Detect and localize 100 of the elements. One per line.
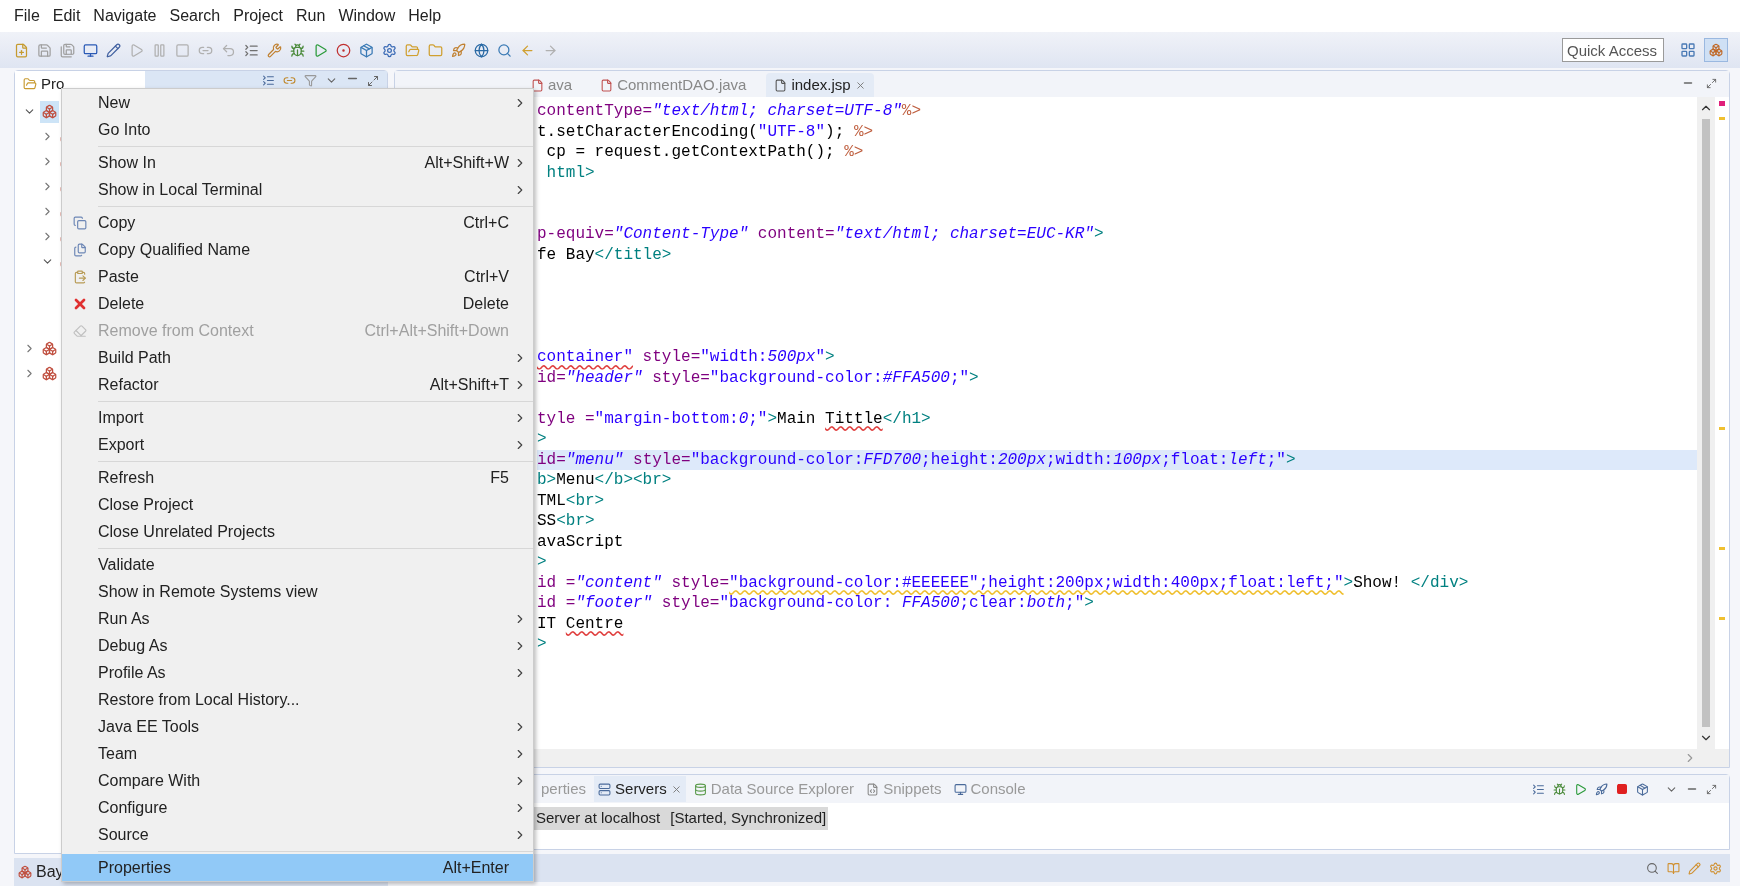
shortcut-label: Ctrl+C (463, 212, 509, 233)
shortcut-label: Delete (462, 293, 509, 314)
rocket-icon[interactable] (1595, 782, 1608, 796)
eraser-icon (73, 323, 87, 338)
server-icon (598, 782, 612, 796)
menu-item[interactable]: Configure (62, 794, 533, 821)
menu-item[interactable]: Validate (62, 551, 533, 578)
project-icon (42, 341, 57, 356)
database-icon (693, 782, 707, 796)
menu-item[interactable]: Team (62, 740, 533, 767)
menu-item[interactable]: Source (62, 821, 533, 848)
menu-item[interactable]: Edit (52, 4, 81, 28)
server-row[interactable]: Server at localhost [Started, Synchronized] (534, 807, 829, 830)
menu-item[interactable]: Compare With (62, 767, 533, 794)
menu-item[interactable]: Refactor Alt+Shift+T (62, 371, 533, 398)
gear-icon[interactable] (382, 42, 397, 58)
list-icon[interactable] (244, 42, 259, 58)
menu-item[interactable]: Show in Remote Systems view (62, 578, 533, 605)
menu-item[interactable]: File (14, 4, 40, 28)
folder-icon[interactable] (405, 42, 420, 58)
menu-item[interactable]: Paste Ctrl+V (62, 263, 533, 290)
filter-icon[interactable] (304, 74, 317, 87)
project-icon (42, 104, 57, 119)
menu-item[interactable]: Java EE Tools (62, 713, 533, 740)
menu-item[interactable]: Copy Ctrl+C (62, 209, 533, 236)
server-name: Server at localhost (536, 808, 661, 828)
bug-icon[interactable] (1553, 782, 1566, 796)
menu-item[interactable]: Close Project (62, 491, 533, 518)
search-icon[interactable] (1646, 861, 1659, 875)
menu-item[interactable]: Delete Delete (62, 290, 533, 317)
file-icon (600, 78, 614, 92)
search-icon[interactable] (497, 42, 512, 58)
shortcut-label: Alt+Enter (442, 857, 509, 878)
perspective-icon[interactable] (1680, 42, 1696, 58)
package-icon[interactable] (359, 42, 374, 58)
tree-item[interactable] (40, 100, 59, 123)
project-icon (42, 366, 57, 381)
file-icon (531, 78, 544, 92)
menu-item[interactable]: Run As (62, 605, 533, 632)
gear-icon[interactable] (1709, 861, 1722, 875)
menu-item[interactable]: Restore from Local History... (62, 686, 533, 713)
file-icon (774, 78, 788, 92)
bug-icon[interactable] (290, 42, 305, 58)
globe-icon[interactable] (474, 42, 489, 58)
close-icon[interactable] (854, 79, 866, 91)
menu-item[interactable]: Show In Alt+Shift+W (62, 149, 533, 176)
new-file-icon[interactable] (14, 42, 29, 58)
package-icon[interactable] (1636, 782, 1649, 796)
menu-item[interactable]: Refresh F5 (62, 464, 533, 491)
menu-item[interactable]: Debug As (62, 632, 533, 659)
book-icon[interactable] (1667, 861, 1680, 875)
save-all-icon[interactable] (60, 42, 75, 58)
maximize-icon[interactable] (1706, 78, 1717, 89)
menu-item[interactable]: Import (62, 404, 533, 431)
run-icon[interactable] (1574, 782, 1587, 796)
editor-tab[interactable]: index.jsp (766, 73, 874, 97)
shortcut-label: Ctrl+V (464, 266, 509, 287)
back-icon[interactable] (520, 42, 535, 58)
menu-item[interactable]: Build Path (62, 344, 533, 371)
menu-item[interactable]: Export (62, 431, 533, 458)
shortcut-label: Alt+Shift+T (429, 374, 509, 395)
vertical-scrollbar[interactable] (1697, 97, 1715, 749)
forward-icon[interactable] (543, 42, 558, 58)
copy-icon (73, 215, 87, 230)
shortcut-label: Ctrl+Alt+Shift+Down (364, 320, 509, 341)
menu-item[interactable]: Window (338, 4, 396, 28)
collapse-icon[interactable] (1532, 782, 1545, 796)
maximize-icon[interactable] (367, 74, 379, 87)
menu-item[interactable]: Navigate (93, 4, 157, 28)
project-icon (1709, 43, 1723, 57)
menu-item[interactable]: Properties Alt+Enter (62, 854, 533, 881)
menu-item[interactable]: Profile As (62, 659, 533, 686)
menu-item[interactable]: Close Unrelated Projects (62, 518, 533, 545)
menu-item[interactable]: Show in Local Terminal (62, 176, 533, 203)
step-icon[interactable] (221, 42, 236, 58)
collapse-icon[interactable] (262, 74, 275, 87)
snippet-icon (866, 782, 880, 796)
profile-icon[interactable] (336, 42, 351, 58)
menu-item[interactable]: Project (233, 4, 283, 28)
menu-item[interactable]: Run (296, 4, 326, 28)
menu-item[interactable]: Go Into (62, 116, 533, 143)
maximize-icon[interactable] (1706, 783, 1717, 795)
menu-item[interactable]: Search (169, 4, 221, 28)
clipboard-icon (73, 269, 87, 284)
stop-icon[interactable] (1616, 783, 1628, 795)
rocket-icon[interactable] (451, 42, 466, 58)
save-icon[interactable] (37, 42, 52, 58)
pencil-icon[interactable] (106, 42, 121, 58)
project-icon (18, 865, 32, 879)
folder-icon[interactable] (428, 42, 443, 58)
menu-item[interactable]: Copy Qualified Name (62, 236, 533, 263)
link-icon[interactable] (283, 74, 296, 87)
quick-access-field[interactable]: Quick Access (1562, 38, 1664, 62)
wrench-icon[interactable] (267, 42, 282, 58)
run-icon[interactable] (313, 42, 328, 58)
view-tab[interactable]: Servers (594, 776, 686, 802)
menu-item[interactable]: Help (408, 4, 442, 28)
window-icon[interactable] (83, 42, 98, 58)
close-icon[interactable] (670, 783, 682, 795)
perspective-button[interactable] (1704, 38, 1728, 62)
